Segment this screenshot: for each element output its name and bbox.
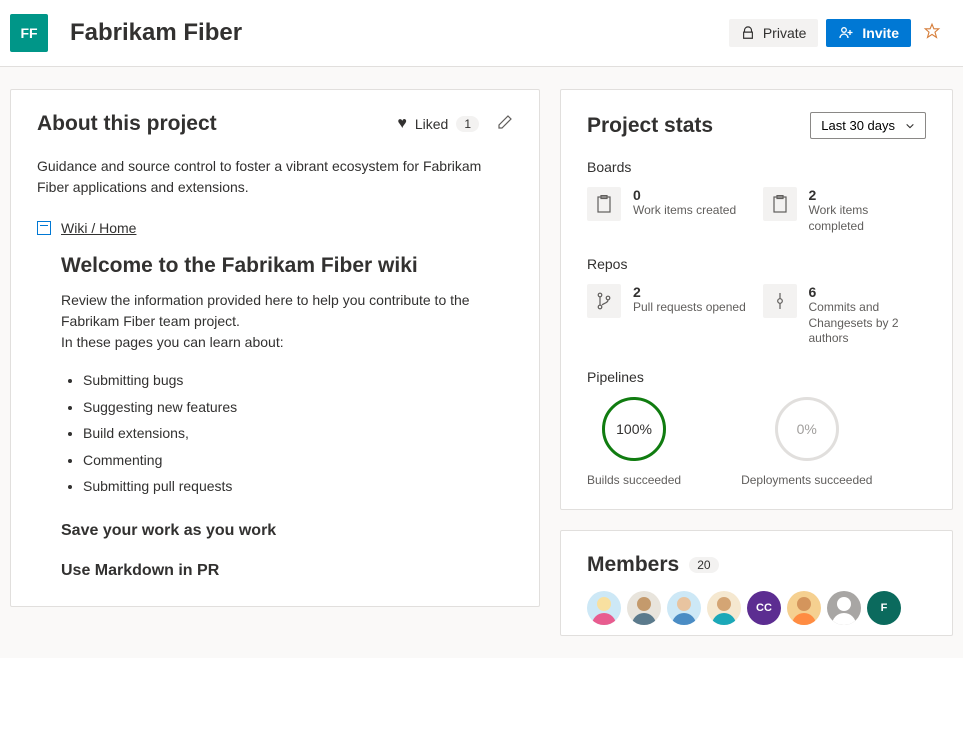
builds-label: Builds succeeded [587,473,681,487]
pencil-icon [497,114,513,130]
member-avatars: CC F [587,591,926,625]
list-item: Submitting bugs [83,367,513,394]
stat-text: Work items completed [809,203,927,234]
avatar[interactable] [707,591,741,625]
boards-stats: 0 Work items created 2 Work items comple… [587,187,926,234]
wiki-subheading: Save your work as you work [61,522,513,540]
repos-section-label: Repos [587,256,926,272]
deployments-label: Deployments succeeded [741,473,872,487]
wiki-home-link[interactable]: Wiki / Home [61,220,136,236]
pipelines-stats: 100% Builds succeeded 0% Deployments suc… [587,397,926,487]
stat-number: 6 [809,284,927,300]
builds-ring: 100% [602,397,666,461]
pipelines-section-label: Pipelines [587,369,926,385]
stat-pull-requests[interactable]: 2 Pull requests opened [587,284,751,347]
wiki-subheading: Use Markdown in PR [61,562,513,580]
members-title: Members [587,553,679,577]
project-logo: FF [10,14,48,52]
branch-icon [587,284,621,318]
avatar[interactable] [827,591,861,625]
stat-text: Commits and Changesets by 2 authors [809,300,927,347]
commit-icon [763,284,797,318]
boards-section-label: Boards [587,159,926,175]
avatar[interactable]: F [867,591,901,625]
project-description: Guidance and source control to foster a … [37,156,513,198]
stat-number: 2 [633,284,746,300]
favorite-star-button[interactable] [923,22,941,45]
stat-number: 2 [809,187,927,203]
star-icon [923,22,941,40]
wiki-intro: Review the information provided here to … [61,290,513,353]
stats-title: Project stats [587,114,713,138]
wiki-preview: Welcome to the Fabrikam Fiber wiki Revie… [37,254,513,580]
wiki-link-row: Wiki / Home [37,220,513,236]
invite-icon [838,25,854,41]
right-column: Project stats Last 30 days Boards 0 Work… [560,89,953,636]
liked-label: Liked [415,116,448,132]
about-header: About this project ♥ Liked 1 [37,112,513,136]
body: About this project ♥ Liked 1 Guidance an… [0,67,963,658]
about-card: About this project ♥ Liked 1 Guidance an… [10,89,540,607]
list-item: Build extensions, [83,420,513,447]
invite-button[interactable]: Invite [826,19,911,47]
edit-button[interactable] [497,114,513,135]
left-column: About this project ♥ Liked 1 Guidance an… [10,89,540,607]
wiki-page-icon [37,221,51,235]
lock-icon [741,26,755,40]
chevron-down-icon [905,121,915,131]
list-item: Submitting pull requests [83,473,513,500]
header: FF Fabrikam Fiber Private Invite [0,0,963,67]
invite-label: Invite [862,25,899,41]
stat-number: 0 [633,187,736,203]
stat-work-items-created[interactable]: 0 Work items created [587,187,751,234]
stats-header: Project stats Last 30 days [587,112,926,139]
members-count: 20 [689,557,718,573]
date-range-dropdown[interactable]: Last 30 days [810,112,926,139]
project-title: Fabrikam Fiber [70,19,729,47]
avatar[interactable] [667,591,701,625]
avatar[interactable] [787,591,821,625]
deployments-ring: 0% [775,397,839,461]
stat-builds[interactable]: 100% Builds succeeded [587,397,681,487]
stats-card: Project stats Last 30 days Boards 0 Work… [560,89,953,510]
repos-stats: 2 Pull requests opened 6 Commits and Cha… [587,284,926,347]
clipboard-icon [763,187,797,221]
stat-deployments[interactable]: 0% Deployments succeeded [741,397,872,487]
stat-text: Work items created [633,203,736,219]
wiki-heading: Welcome to the Fabrikam Fiber wiki [61,254,513,278]
avatar[interactable] [587,591,621,625]
list-item: Suggesting new features [83,394,513,421]
stat-commits[interactable]: 6 Commits and Changesets by 2 authors [763,284,927,347]
avatar[interactable] [627,591,661,625]
private-label: Private [763,25,807,41]
members-card: Members 20 CC F [560,530,953,636]
list-item: Commenting [83,447,513,474]
liked-count: 1 [456,116,479,132]
avatar[interactable]: CC [747,591,781,625]
members-header: Members 20 [587,553,926,577]
stat-text: Pull requests opened [633,300,746,316]
heart-icon: ♥ [397,115,407,133]
liked-indicator[interactable]: ♥ Liked 1 [397,115,479,133]
about-title: About this project [37,112,397,136]
visibility-private-button[interactable]: Private [729,19,819,47]
clipboard-icon [587,187,621,221]
stat-work-items-completed[interactable]: 2 Work items completed [763,187,927,234]
wiki-bullet-list: Submitting bugs Suggesting new features … [61,367,513,500]
date-range-label: Last 30 days [821,118,895,133]
